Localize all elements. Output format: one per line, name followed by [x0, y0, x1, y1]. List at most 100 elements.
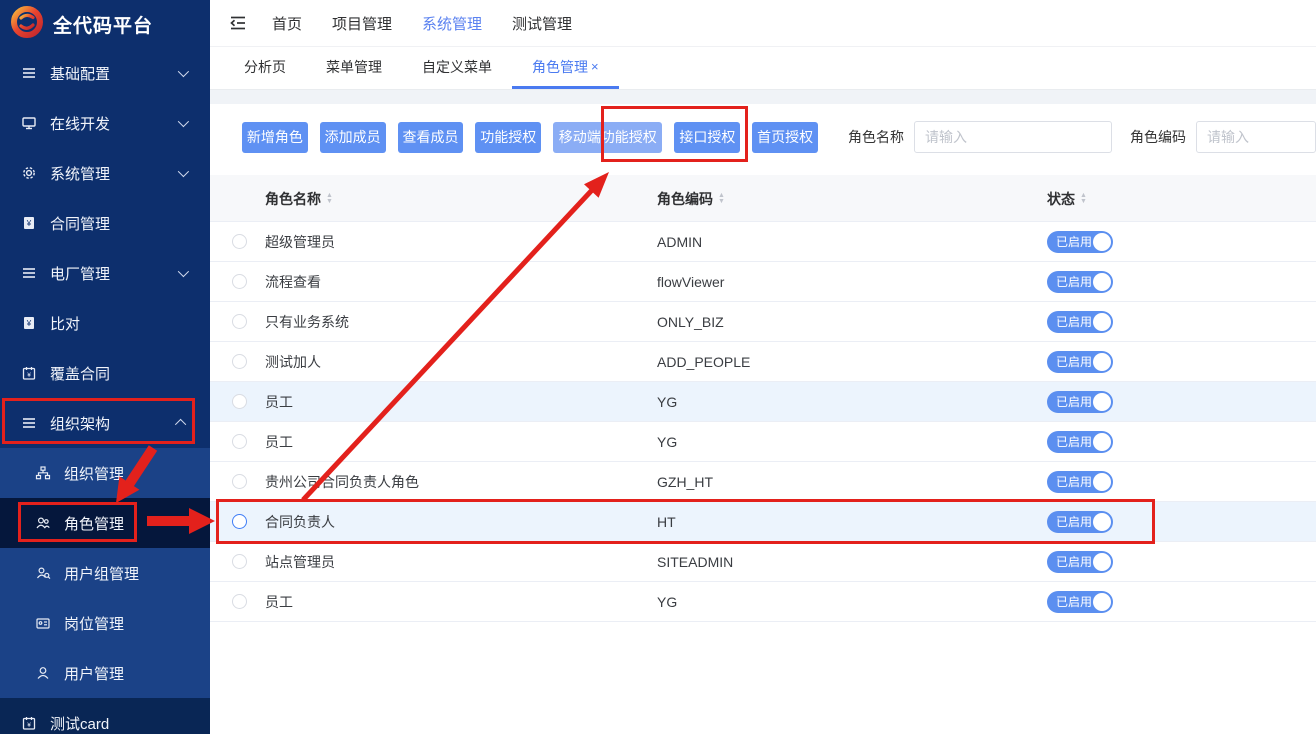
role-code-cell: ADMIN	[657, 222, 702, 262]
sidebar-collapse-icon[interactable]	[228, 13, 248, 33]
row-radio[interactable]	[232, 474, 247, 489]
column-header-role-code[interactable]: 角色编码▲▼	[657, 175, 725, 222]
tab-custom-menu[interactable]: 自定义菜单	[402, 47, 512, 89]
row-radio[interactable]	[232, 394, 247, 409]
table-row[interactable]: 测试加人 ADD_PEOPLE 已启用	[210, 342, 1316, 382]
row-radio[interactable]	[232, 354, 247, 369]
sidebar-item-label: 用户管理	[64, 663, 124, 684]
status-toggle[interactable]: 已启用	[1047, 311, 1113, 333]
table-row[interactable]: 流程查看 flowViewer 已启用	[210, 262, 1316, 302]
row-radio[interactable]	[232, 234, 247, 249]
role-code-cell: ONLY_BIZ	[657, 302, 724, 342]
top-navbar: 首页 项目管理 系统管理 测试管理	[210, 0, 1316, 47]
toggle-knob	[1093, 513, 1111, 531]
sort-carets-icon[interactable]: ▲▼	[1080, 193, 1087, 205]
row-radio[interactable]	[232, 554, 247, 569]
nav-item-project-mgmt[interactable]: 项目管理	[332, 13, 392, 34]
row-radio[interactable]	[232, 594, 247, 609]
table-row[interactable]: 员工 YG 已启用	[210, 422, 1316, 462]
role-name-cell: 员工	[265, 582, 293, 622]
sort-carets-icon[interactable]: ▲▼	[326, 193, 333, 205]
toggle-knob	[1093, 353, 1111, 371]
table-row[interactable]: 超级管理员 ADMIN 已启用	[210, 222, 1316, 262]
sidebar-item-power-plant-mgmt[interactable]: 电厂管理	[0, 248, 210, 298]
row-radio[interactable]	[232, 274, 247, 289]
role-code-input[interactable]	[1196, 121, 1316, 153]
status-label: 已启用	[1056, 515, 1092, 529]
nav-item-test-mgmt[interactable]: 测试管理	[512, 13, 572, 34]
status-toggle[interactable]: 已启用	[1047, 391, 1113, 413]
sidebar-item-user-group-mgmt[interactable]: 用户组管理	[0, 548, 210, 598]
table-body: 超级管理员 ADMIN 已启用 流程查看 flowViewer 已启用 只有业务…	[210, 222, 1316, 622]
status-toggle[interactable]: 已启用	[1047, 351, 1113, 373]
status-toggle[interactable]: 已启用	[1047, 551, 1113, 573]
main-content: 首页 项目管理 系统管理 测试管理 分析页 菜单管理 自定义菜单 角色管理× 新…	[210, 0, 1316, 734]
calendar-icon: ¥	[20, 714, 38, 732]
sidebar-item-contract-mgmt[interactable]: ¥ 合同管理	[0, 198, 210, 248]
sidebar-item-org-mgmt[interactable]: 组织管理	[0, 448, 210, 498]
api-auth-button[interactable]: 接口授权	[674, 122, 740, 153]
sidebar-item-label: 合同管理	[50, 213, 110, 234]
column-label: 状态	[1047, 189, 1075, 209]
role-code-cell: YG	[657, 582, 677, 622]
table-row[interactable]: 站点管理员 SITEADMIN 已启用	[210, 542, 1316, 582]
status-toggle[interactable]: 已启用	[1047, 591, 1113, 613]
row-radio[interactable]	[232, 434, 247, 449]
status-toggle[interactable]: 已启用	[1047, 271, 1113, 293]
table-row[interactable]: 员工 YG 已启用	[210, 382, 1316, 422]
sidebar-item-label: 角色管理	[64, 513, 124, 534]
homepage-auth-button[interactable]: 首页授权	[752, 122, 818, 153]
role-name-cell: 测试加人	[265, 342, 321, 382]
sidebar-item-label: 基础配置	[50, 63, 110, 84]
view-members-button[interactable]: 查看成员	[398, 122, 464, 153]
role-name-input[interactable]	[914, 121, 1112, 153]
sidebar-item-label: 覆盖合同	[50, 363, 110, 384]
table-row[interactable]: 只有业务系统 ONLY_BIZ 已启用	[210, 302, 1316, 342]
add-member-button[interactable]: 添加成员	[320, 122, 386, 153]
column-header-status[interactable]: 状态 ▲▼	[1047, 175, 1087, 222]
sidebar-item-basic-config[interactable]: 基础配置	[0, 48, 210, 98]
tab-close-icon[interactable]: ×	[591, 59, 599, 74]
sidebar-item-online-dev[interactable]: 在线开发	[0, 98, 210, 148]
sidebar-item-system-mgmt[interactable]: 系统管理	[0, 148, 210, 198]
status-toggle[interactable]: 已启用	[1047, 511, 1113, 533]
sidebar-item-test-card[interactable]: ¥ 测试card	[0, 698, 210, 734]
row-radio-selected[interactable]	[232, 514, 247, 529]
sidebar-item-role-mgmt[interactable]: 角色管理	[0, 498, 210, 548]
role-name-cell: 超级管理员	[265, 222, 335, 262]
tab-menu-mgmt[interactable]: 菜单管理	[306, 47, 402, 89]
status-toggle[interactable]: 已启用	[1047, 431, 1113, 453]
app-title: 全代码平台	[53, 11, 153, 38]
role-code-cell: SITEADMIN	[657, 542, 733, 582]
row-radio[interactable]	[232, 314, 247, 329]
add-role-button[interactable]: 新增角色	[242, 122, 308, 153]
status-label: 已启用	[1056, 555, 1092, 569]
status-toggle[interactable]: 已启用	[1047, 231, 1113, 253]
toggle-knob	[1093, 553, 1111, 571]
tab-label: 菜单管理	[326, 57, 382, 77]
menu-lines-icon	[20, 414, 38, 432]
sort-carets-icon[interactable]: ▲▼	[718, 193, 725, 205]
svg-text:¥: ¥	[26, 319, 32, 328]
table-row-selected[interactable]: 合同负责人 HT 已启用	[210, 502, 1316, 542]
tab-analysis[interactable]: 分析页	[224, 47, 306, 89]
table-row[interactable]: 员工 YG 已启用	[210, 582, 1316, 622]
column-header-role-name[interactable]: 角色名称▲▼	[265, 175, 333, 222]
tab-role-mgmt[interactable]: 角色管理×	[512, 47, 619, 89]
mobile-function-auth-button[interactable]: 移动端功能授权	[553, 122, 662, 153]
status-label: 已启用	[1056, 395, 1092, 409]
id-card-icon	[34, 614, 52, 632]
sidebar-item-compare[interactable]: ¥ 比对	[0, 298, 210, 348]
sidebar-item-org-structure[interactable]: 组织架构	[0, 398, 210, 448]
sidebar-item-cover-contract[interactable]: ¥ 覆盖合同	[0, 348, 210, 398]
nav-item-home[interactable]: 首页	[272, 13, 302, 34]
menu-lines-icon	[20, 64, 38, 82]
sidebar-item-post-mgmt[interactable]: 岗位管理	[0, 598, 210, 648]
role-code-cell: HT	[657, 502, 676, 542]
nav-item-system-mgmt[interactable]: 系统管理	[422, 13, 482, 34]
table-row[interactable]: 贵州公司合同负责人角色 GZH_HT 已启用	[210, 462, 1316, 502]
status-toggle[interactable]: 已启用	[1047, 471, 1113, 493]
toggle-knob	[1093, 273, 1111, 291]
function-auth-button[interactable]: 功能授权	[475, 122, 541, 153]
sidebar-item-user-mgmt[interactable]: 用户管理	[0, 648, 210, 698]
